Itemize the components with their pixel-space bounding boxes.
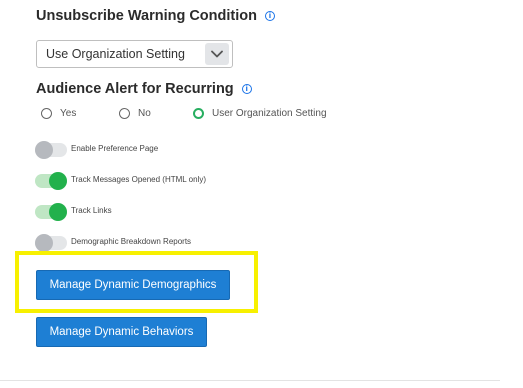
info-icon[interactable]: i [241, 84, 252, 94]
toggle-label: Track Links [71, 205, 112, 215]
toggle-row-enable-preference-page: Enable Preference Page [35, 141, 159, 159]
radio-option-yes[interactable]: Yes [41, 108, 76, 119]
radio-option-no[interactable]: No [119, 108, 151, 119]
toggle-row-track-links: Track Links [35, 203, 112, 221]
info-icon[interactable]: i [264, 11, 275, 21]
radio-button-no[interactable] [119, 108, 130, 119]
unsubscribe-warning-select[interactable]: Use Organization Setting [36, 40, 233, 68]
toggle-label: Demographic Breakdown Reports [71, 236, 192, 246]
chevron-down-icon[interactable] [205, 43, 229, 65]
toggle-demographic-breakdown-reports[interactable] [35, 234, 67, 252]
audience-alert-title-text: Audience Alert for Recurring [36, 81, 234, 97]
toggle-label: Enable Preference Page [71, 143, 159, 153]
divider [0, 380, 500, 381]
radio-label-yes: Yes [60, 108, 77, 119]
toggle-enable-preference-page[interactable] [35, 141, 67, 159]
radio-button-yes[interactable] [41, 108, 52, 119]
unsubscribe-warning-title: Unsubscribe Warning Condition i [36, 8, 275, 24]
radio-option-user-organization-setting[interactable]: User Organization Setting [193, 108, 327, 119]
radio-button-user-organization-setting[interactable] [193, 108, 204, 119]
toggle-label: Track Messages Opened (HTML only) [71, 174, 207, 184]
toggle-row-track-messages-opened: Track Messages Opened (HTML only) [35, 172, 207, 190]
toggle-row-demographic-breakdown-reports: Demographic Breakdown Reports [35, 234, 192, 252]
manage-dynamic-behaviors-button[interactable]: Manage Dynamic Behaviors [36, 317, 207, 347]
audience-alert-title: Audience Alert for Recurring i [36, 81, 252, 97]
select-value: Use Organization Setting [46, 47, 185, 61]
unsubscribe-warning-title-text: Unsubscribe Warning Condition [36, 8, 257, 24]
manage-dynamic-demographics-button[interactable]: Manage Dynamic Demographics [36, 270, 230, 300]
radio-label-no: No [138, 108, 151, 119]
toggle-track-messages-opened[interactable] [35, 172, 67, 190]
toggle-track-links[interactable] [35, 203, 67, 221]
radio-label-user-organization-setting: User Organization Setting [212, 108, 327, 119]
audience-alert-radio-group: Yes No User Organization Setting [41, 108, 371, 126]
